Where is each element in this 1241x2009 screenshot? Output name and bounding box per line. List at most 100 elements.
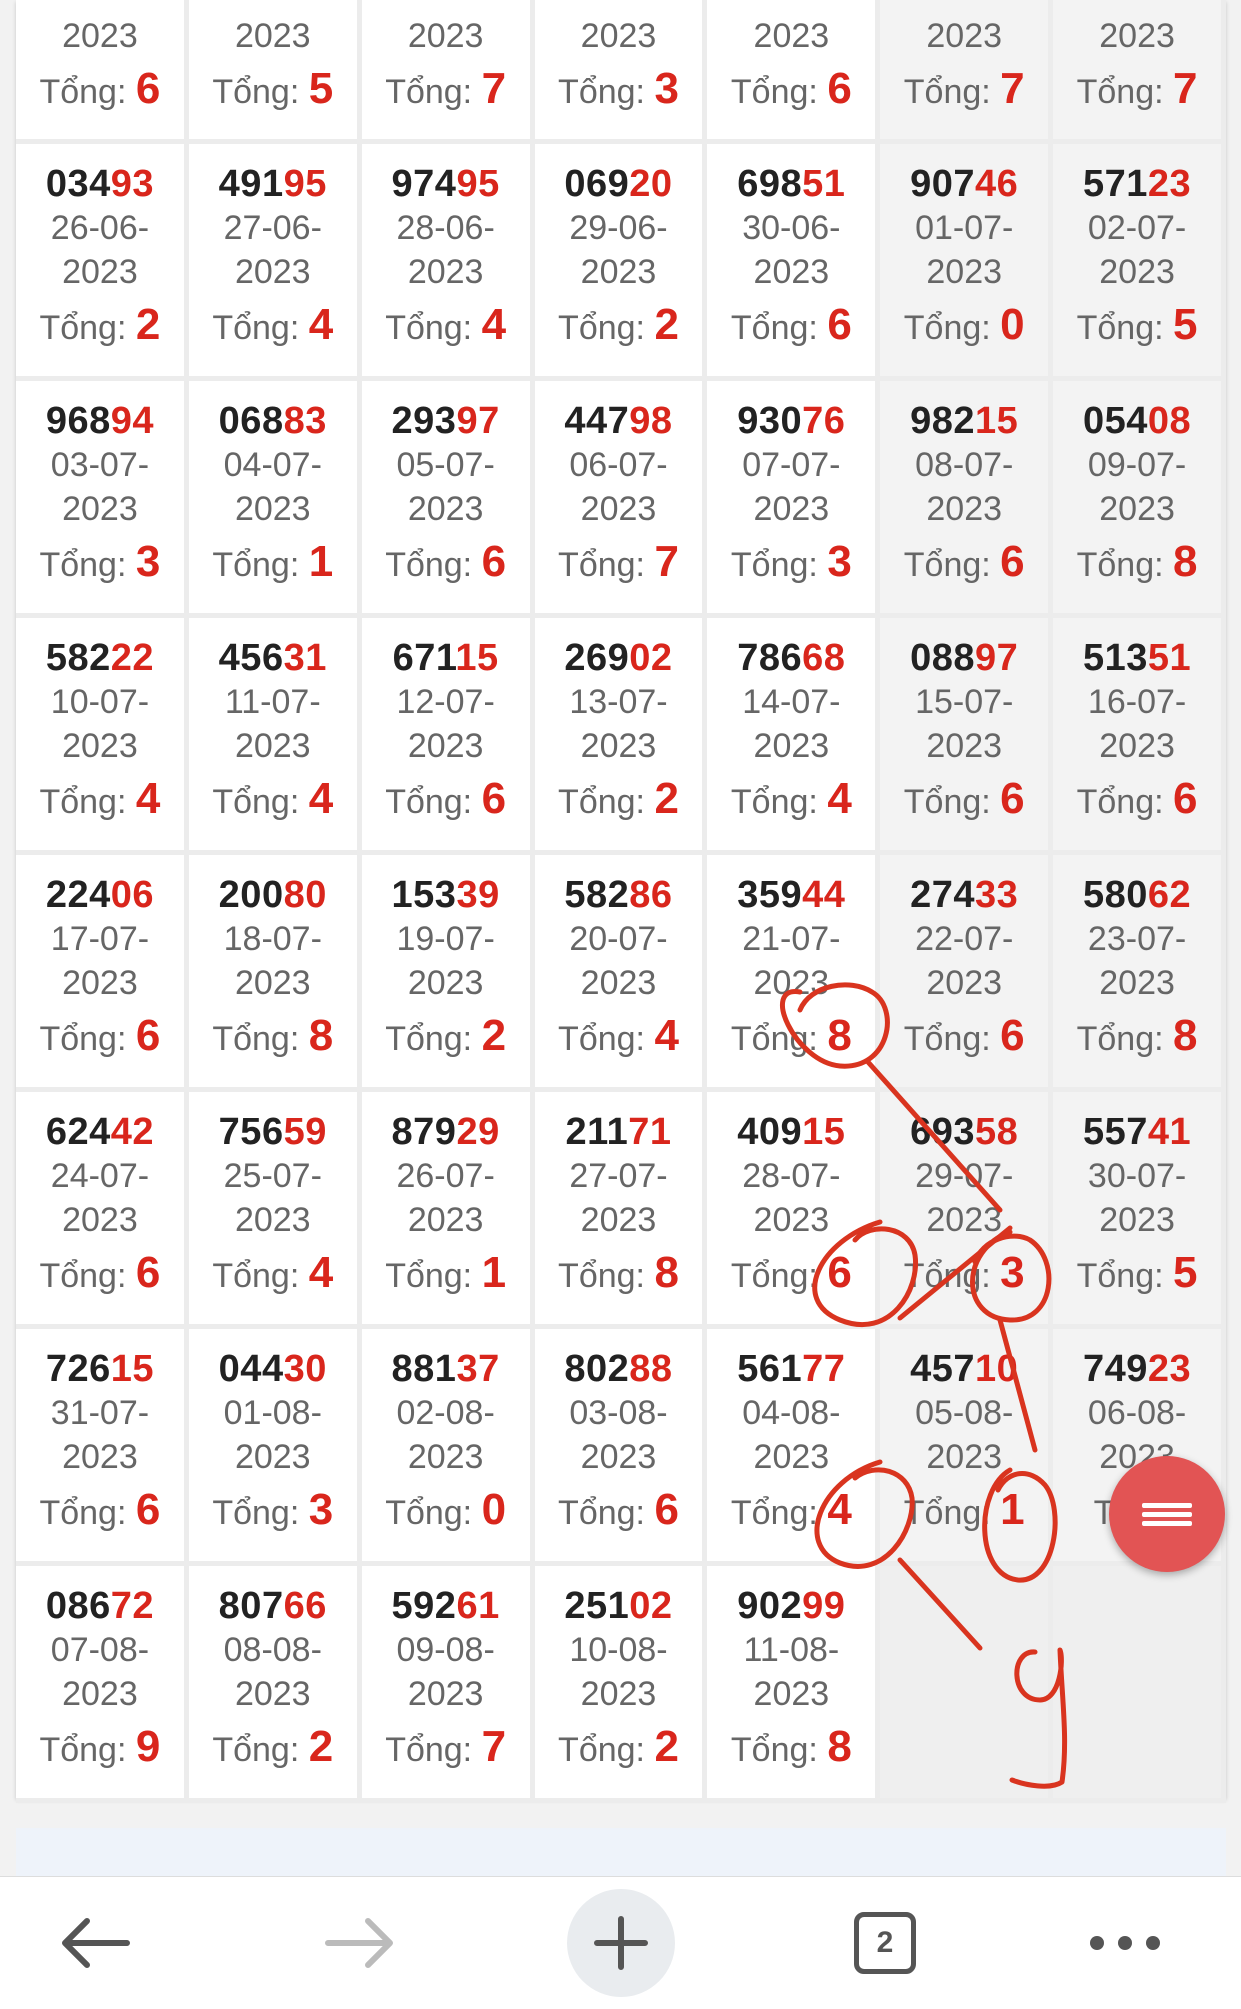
result-year: 2023 (234, 253, 311, 291)
number-tail: 99 (802, 1585, 846, 1627)
result-number: 26902 (535, 636, 703, 680)
result-cell: 2023 Tổng: 6 (16, 0, 189, 144)
number-head: 086 (45, 1585, 111, 1627)
sum-value: 6 (135, 64, 161, 113)
number-tail: 06 (110, 874, 155, 916)
more-button[interactable] (1070, 1877, 1180, 2009)
sum-label: Tổng: (730, 1494, 818, 1532)
forward-button[interactable] (305, 1877, 415, 2009)
sum-value: 2 (308, 1722, 334, 1771)
number-tail: 97 (975, 637, 1019, 679)
number-head: 726 (45, 1348, 111, 1390)
sum-value: 6 (135, 1011, 161, 1060)
result-date: 14-07- (742, 683, 841, 721)
result-cell: 05408 09-07- 2023 Tổng: 8 (1053, 381, 1226, 618)
sum-label: Tổng: (558, 309, 645, 347)
result-year: 2023 (1099, 253, 1175, 291)
number-tail: 61 (456, 1585, 500, 1627)
sum-row: Tổng: 8 (707, 1007, 875, 1068)
new-tab-button[interactable] (566, 1877, 676, 2009)
plus-icon (594, 1916, 648, 1970)
number-tail: 37 (456, 1348, 500, 1390)
result-cell: 45631 11-07- 2023 Tổng: 4 (188, 618, 362, 855)
result-year: 2023 (62, 964, 138, 1002)
sum-value: 6 (481, 537, 507, 586)
result-date: 29-06- (569, 209, 668, 247)
sum-value: 2 (654, 300, 679, 349)
sum-value: 2 (135, 300, 161, 349)
result-year: 2023 (407, 490, 484, 528)
number-tail: 10 (975, 1348, 1019, 1390)
result-cell: 69358 29-07- 2023 Tổng: 3 (880, 1092, 1054, 1329)
result-year: 2023 (580, 253, 657, 291)
result-year: 2023 (753, 1201, 830, 1239)
number-head: 930 (737, 400, 803, 442)
result-date: 30-06- (742, 209, 841, 247)
sum-value: 4 (308, 774, 334, 823)
sum-label: Tổng: (558, 783, 645, 821)
number-tail: 30 (283, 1348, 327, 1390)
sum-label: Tổng: (39, 1494, 127, 1532)
result-number: 74923 (1053, 1347, 1221, 1391)
sum-row: Tổng: 9 (16, 1718, 184, 1779)
result-cell: 98215 08-07- 2023 Tổng: 6 (880, 381, 1054, 618)
sum-value: 7 (1173, 64, 1198, 113)
sum-value: 7 (481, 64, 507, 113)
number-tail: 15 (975, 400, 1019, 442)
sum-label: Tổng: (558, 73, 645, 111)
number-tail: 62 (1147, 874, 1192, 916)
sum-row: Tổng: 2 (535, 1718, 703, 1779)
back-button[interactable] (40, 1877, 150, 2009)
result-year: 2023 (580, 727, 657, 765)
tabs-button[interactable]: 2 (830, 1877, 940, 2009)
sum-label: Tổng: (1076, 73, 1164, 111)
result-year: 2023 (753, 964, 830, 1002)
result-cell: 58286 20-07- 2023 Tổng: 4 (534, 855, 708, 1092)
sum-row: Tổng: 5 (1053, 296, 1221, 357)
result-date: 08-07- (915, 446, 1014, 484)
sum-row: Tổng: 6 (707, 296, 875, 357)
sum-value: 4 (654, 1011, 679, 1060)
number-tail: 46 (975, 163, 1019, 205)
result-cell: 56177 04-08- 2023 Tổng: 4 (707, 1329, 881, 1566)
number-head: 968 (45, 400, 111, 442)
number-tail: 15 (110, 1348, 155, 1390)
sum-value: 5 (1173, 1248, 1198, 1297)
sum-row: Tổng: 1 (362, 1244, 530, 1305)
sum-row: Tổng: 3 (880, 1244, 1048, 1305)
result-date: 04-08- (742, 1394, 841, 1432)
number-tail: 02 (629, 1585, 673, 1627)
result-cell: 03493 26-06- 2023 Tổng: 2 (16, 144, 189, 381)
result-cell: 51351 16-07- 2023 Tổng: 6 (1053, 618, 1226, 855)
result-year: 2023 (580, 1438, 657, 1476)
result-date: 23-07- (1087, 920, 1187, 958)
result-number: 88137 (362, 1347, 530, 1391)
sum-row: Tổng: 4 (535, 1007, 703, 1068)
result-cell: 59261 09-08- 2023 Tổng: 7 (361, 1566, 535, 1803)
result-cell: 88137 02-08- 2023 Tổng: 0 (361, 1329, 535, 1566)
sum-row: Tổng: 2 (362, 1007, 530, 1068)
number-tail: 83 (283, 400, 327, 442)
number-tail: 51 (1147, 637, 1192, 679)
result-number: 67115 (362, 636, 530, 680)
sum-value: 4 (135, 774, 161, 823)
menu-fab-button[interactable] (1109, 1456, 1225, 1572)
sum-row: Tổng: 8 (1053, 533, 1221, 594)
result-number: 56177 (707, 1347, 875, 1391)
result-date: 25-07- (223, 1157, 322, 1195)
number-head: 068 (218, 400, 284, 442)
number-tail: 23 (1147, 1348, 1192, 1390)
number-head: 907 (910, 163, 976, 205)
result-number: 27433 (880, 873, 1048, 917)
sum-label: Tổng: (39, 1257, 127, 1295)
number-tail: 41 (1147, 1111, 1192, 1153)
result-date: 02-08- (396, 1394, 495, 1432)
result-number: 69851 (707, 162, 875, 206)
number-head: 749 (1082, 1348, 1148, 1390)
number-head: 693 (910, 1111, 976, 1153)
result-year: 2023 (407, 253, 484, 291)
result-date: 28-06- (396, 209, 495, 247)
sum-row: Tổng: 2 (16, 296, 184, 357)
number-head: 802 (564, 1348, 630, 1390)
result-year: 2023 (407, 964, 484, 1002)
